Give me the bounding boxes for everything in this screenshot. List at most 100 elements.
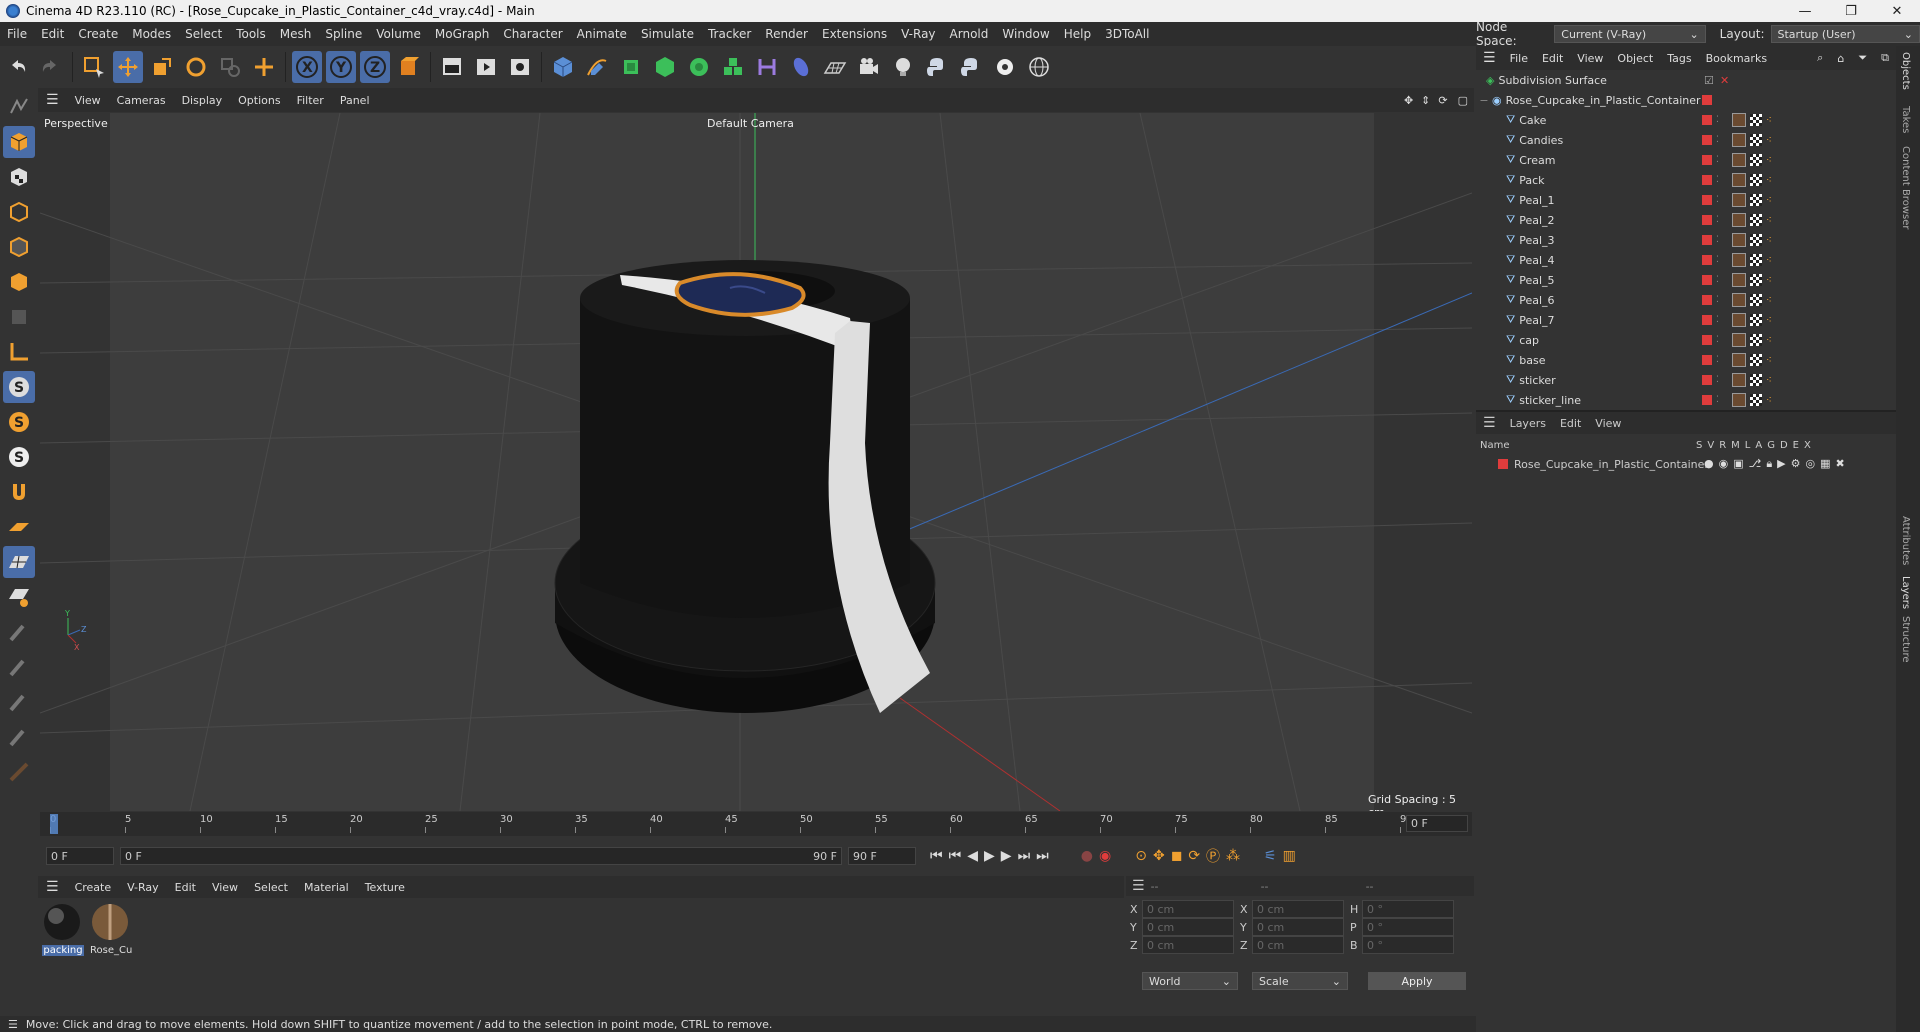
current-frame-field[interactable]: 0 F <box>1406 815 1468 832</box>
material-menu-edit[interactable]: Edit <box>167 881 204 894</box>
vray-tag-icon[interactable]: ⁖ <box>1766 255 1772 266</box>
object-row[interactable]: ⛛ Peal_5 ⁚ ⁖ <box>1476 270 1896 290</box>
texture-tag-icon[interactable] <box>1750 134 1762 146</box>
texture-tag-icon[interactable] <box>1750 274 1762 286</box>
record-disabled-icon[interactable]: ● <box>1081 848 1093 864</box>
filter-icon[interactable]: ⏷ <box>1851 51 1874 65</box>
viewport-rotate-icon[interactable]: ⟳ <box>1434 94 1451 107</box>
material-tag-icon[interactable] <box>1732 153 1746 167</box>
x-axis-button[interactable]: X <box>292 51 322 83</box>
texture-tag-icon[interactable] <box>1750 154 1762 166</box>
material-menu-create[interactable]: Create <box>67 881 120 894</box>
frame-range-slider[interactable]: 0 F 90 F <box>120 847 842 865</box>
move-tool-button[interactable] <box>113 51 143 83</box>
material-tag-icon[interactable] <box>1732 193 1746 207</box>
visibility-dots-icon[interactable]: ⁚ <box>1716 335 1719 345</box>
quantize-button[interactable]: S <box>3 441 35 473</box>
layer-color-swatch[interactable] <box>1702 155 1712 165</box>
next-key-icon[interactable]: ⏭ <box>1018 848 1031 864</box>
coord-size-field[interactable]: 0 cm <box>1252 918 1344 936</box>
layer-deformer-icon[interactable]: ◎ <box>1806 457 1816 471</box>
visibility-dots-icon[interactable]: ⁚ <box>1716 295 1719 305</box>
layer-manager-icon[interactable]: ⎇ <box>1749 457 1762 471</box>
vray-tag-icon[interactable]: ⁖ <box>1766 335 1772 346</box>
mograph-button[interactable] <box>718 51 748 83</box>
solo-button[interactable] <box>3 581 35 613</box>
edges-mode-button[interactable] <box>3 231 35 263</box>
layer-color-swatch[interactable] <box>1702 335 1712 345</box>
model-mode-button[interactable] <box>3 126 35 158</box>
viewport-menu-options[interactable]: Options <box>230 94 288 107</box>
layer-color-swatch[interactable] <box>1702 175 1712 185</box>
vray-tag-icon[interactable]: ⁖ <box>1766 155 1772 166</box>
layer-color-swatch[interactable] <box>1702 235 1712 245</box>
menu-window[interactable]: Window <box>995 27 1056 41</box>
tab-objects[interactable]: Objects <box>1900 52 1911 90</box>
viewport-menu-filter[interactable]: Filter <box>289 94 332 107</box>
layer-solo-icon[interactable]: ● <box>1704 457 1714 471</box>
menu-volume[interactable]: Volume <box>369 27 428 41</box>
vray-tag-icon[interactable]: ⁖ <box>1766 115 1772 126</box>
texture-tag-icon[interactable] <box>1750 394 1762 406</box>
layer-color-swatch[interactable] <box>1702 375 1712 385</box>
render-region-button[interactable] <box>437 51 467 83</box>
menu-spline[interactable]: Spline <box>318 27 369 41</box>
visibility-dots-icon[interactable]: ⁚ <box>1716 375 1719 385</box>
texture-tag-icon[interactable] <box>1750 294 1762 306</box>
obj-menu-tags[interactable]: Tags <box>1660 52 1698 65</box>
object-row[interactable]: ⛛ sticker ⁚ ⁖ <box>1476 370 1896 390</box>
coord-position-field[interactable]: 0 cm <box>1142 900 1234 918</box>
obj-menu-view[interactable]: View <box>1570 52 1610 65</box>
menu-edit[interactable]: Edit <box>34 27 71 41</box>
coord-size-field[interactable]: 0 cm <box>1252 936 1344 954</box>
visibility-dots-icon[interactable]: ⁚ <box>1716 215 1719 225</box>
layer-color-swatch[interactable] <box>1702 135 1712 145</box>
layer-color-swatch[interactable] <box>1702 95 1712 105</box>
check-icon[interactable]: ☑ <box>1704 74 1714 87</box>
object-row[interactable]: ⛛ Cake ⁚ ⁖ <box>1476 110 1896 130</box>
menu-modes[interactable]: Modes <box>125 27 178 41</box>
vray-tag-icon[interactable]: ⁖ <box>1766 375 1772 386</box>
minimize-button[interactable]: — <box>1782 0 1828 22</box>
menu-tools[interactable]: Tools <box>229 27 273 41</box>
vray-tag-icon[interactable]: ⁖ <box>1766 235 1772 246</box>
object-row[interactable]: ⛛ Peal_7 ⁚ ⁖ <box>1476 310 1896 330</box>
texture-tag-icon[interactable] <box>1750 214 1762 226</box>
play-icon[interactable]: ▶ <box>984 848 995 864</box>
go-to-end-icon[interactable]: ⏭ <box>1036 848 1049 864</box>
viewport-move-icon[interactable]: ✥ <box>1400 94 1417 107</box>
coord-rotation-field[interactable]: 0 ° <box>1362 900 1454 918</box>
vray-tag-icon[interactable]: ⁖ <box>1766 355 1772 366</box>
go-to-start-icon[interactable]: ⏮ <box>930 848 943 864</box>
pen-spline-button[interactable] <box>582 51 612 83</box>
viewport-menu-display[interactable]: Display <box>174 94 231 107</box>
material-menu-material[interactable]: Material <box>296 881 357 894</box>
key-grid-icon[interactable]: ⁂ <box>1226 848 1240 864</box>
workplane-button[interactable] <box>3 511 35 543</box>
field-button[interactable] <box>786 51 816 83</box>
texture-tag-icon[interactable] <box>1750 354 1762 366</box>
y-axis-button[interactable]: Y <box>326 51 356 83</box>
material-tag-icon[interactable] <box>1732 313 1746 327</box>
layer-color-swatch[interactable] <box>1702 275 1712 285</box>
tab-layers[interactable]: Layers <box>1900 576 1911 609</box>
menu-select[interactable]: Select <box>178 27 229 41</box>
material-tag-icon[interactable] <box>1732 113 1746 127</box>
home-icon[interactable]: ⌂ <box>1830 52 1851 65</box>
material-tag-icon[interactable] <box>1732 393 1746 407</box>
object-row[interactable]: ⛛ Peal_1 ⁚ ⁖ <box>1476 190 1896 210</box>
object-row[interactable]: ⛛ cap ⁚ ⁖ <box>1476 330 1896 350</box>
paint-button[interactable] <box>3 616 35 648</box>
menu-file[interactable]: File <box>0 27 34 41</box>
guide-button[interactable] <box>3 756 35 788</box>
material-tag-icon[interactable] <box>1732 253 1746 267</box>
vray-tag-icon[interactable]: ⁖ <box>1766 135 1772 146</box>
hamburger-icon[interactable]: ☰ <box>1476 415 1503 431</box>
viewport-menu-cameras[interactable]: Cameras <box>109 94 174 107</box>
close-button[interactable]: ✕ <box>1874 0 1920 22</box>
key-param-icon[interactable]: Ⓟ <box>1206 846 1220 866</box>
layer-visible-icon[interactable]: ◉ <box>1719 457 1729 471</box>
menu-animate[interactable]: Animate <box>570 27 634 41</box>
object-row[interactable]: ⛛ Peal_3 ⁚ ⁖ <box>1476 230 1896 250</box>
hamburger-icon[interactable]: ☰ <box>38 92 67 108</box>
